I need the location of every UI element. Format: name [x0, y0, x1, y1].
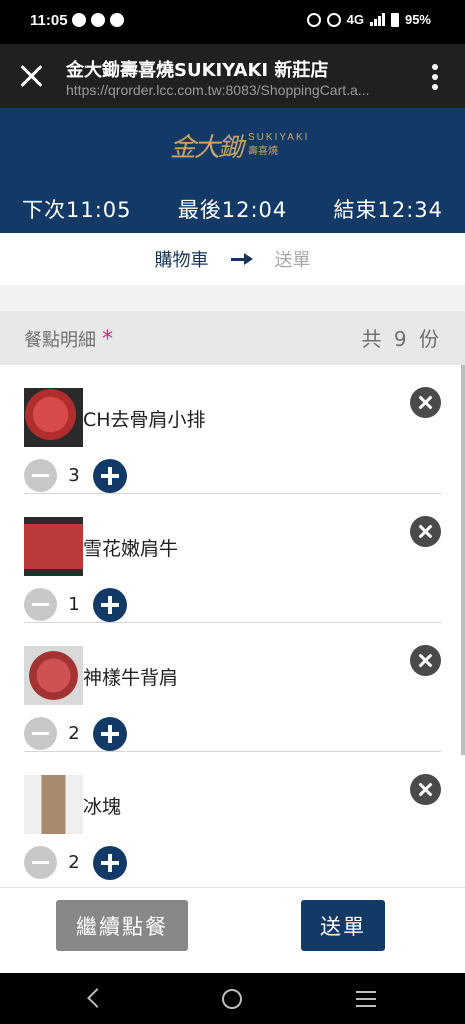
next-time: 下次11:05 [22, 198, 132, 222]
step-submit: 送單 [274, 250, 311, 271]
home-icon[interactable] [222, 989, 242, 1009]
remove-item-icon[interactable] [410, 516, 441, 547]
item-name: 神樣牛背肩 [83, 667, 179, 689]
logo-mark: 金大鋤 [170, 132, 244, 163]
cart-item: CH去骨肩小排 3 [24, 365, 441, 494]
time-info: 下次11:05 最後12:04 結束12:34 [0, 194, 465, 224]
logo-english: SUKIYAKI [248, 132, 310, 143]
cart-item: 神樣牛背肩 2 [24, 623, 441, 752]
status-bar: 11:05 4G 95% [0, 0, 465, 44]
increase-quantity-button[interactable] [93, 717, 127, 751]
last-order-time: 最後12:04 [177, 198, 288, 222]
browser-toolbar: 金大鋤壽喜燒SUKIYAKI 新莊店 https://qrorder.lcc.c… [0, 44, 465, 108]
quantity-stepper: 2 [24, 717, 144, 751]
increase-quantity-button[interactable] [93, 846, 127, 880]
battery-icon [390, 12, 399, 27]
item-photo [24, 646, 83, 705]
quantity-stepper: 2 [24, 846, 144, 880]
divider [0, 285, 465, 311]
mute-icon [326, 12, 341, 27]
item-photo [24, 388, 83, 447]
decrease-quantity-button[interactable] [24, 846, 57, 879]
item-quantity: 2 [68, 723, 80, 744]
cart-item: 冰塊 2 [24, 752, 441, 881]
arrow-right-icon [230, 252, 253, 266]
item-quantity: 3 [68, 465, 80, 486]
total-number: 9 [393, 327, 407, 351]
message-icon [91, 13, 105, 27]
item-name: 雪花嫩肩牛 [83, 538, 179, 560]
decrease-quantity-button[interactable] [24, 459, 57, 492]
cart-item-list[interactable]: CH去骨肩小排 3 雪花嫩肩牛 1 神樣牛背肩 2 冰塊 2 [0, 365, 465, 887]
checkout-steps: 購物車 送單 [0, 233, 465, 285]
item-quantity: 1 [68, 594, 80, 615]
item-name: CH去骨肩小排 [83, 409, 206, 431]
alarm-icon [306, 12, 321, 27]
increase-quantity-button[interactable] [93, 459, 127, 493]
remove-item-icon[interactable] [410, 387, 441, 418]
continue-ordering-button[interactable]: 繼續點餐 [56, 900, 188, 951]
remove-item-icon[interactable] [410, 774, 441, 805]
chat-icon [72, 13, 86, 27]
step-cart: 購物車 [154, 250, 209, 271]
quantity-stepper: 3 [24, 459, 144, 493]
total-count: 共 9 份 [361, 327, 439, 351]
restaurant-header: 金大鋤 SUKIYAKI 壽喜燒 下次11:05 最後12:04 結束12:34 [0, 108, 465, 233]
restaurant-logo: 金大鋤 SUKIYAKI 壽喜燒 [170, 122, 309, 168]
submit-order-button[interactable]: 送單 [301, 900, 385, 951]
increase-quantity-button[interactable] [93, 588, 127, 622]
facebook-icon [110, 13, 124, 27]
end-time: 結束12:34 [333, 198, 443, 222]
item-name: 冰塊 [83, 796, 122, 818]
remove-item-icon[interactable] [410, 645, 441, 676]
network-type: 4G [346, 12, 364, 27]
status-time: 11:05 [30, 12, 68, 29]
scrollbar[interactable] [461, 365, 465, 755]
page-title: 金大鋤壽喜燒SUKIYAKI 新莊店 [66, 60, 329, 81]
item-photo [24, 775, 83, 834]
close-icon[interactable] [18, 62, 46, 90]
back-icon[interactable] [87, 988, 107, 1008]
section-title: 餐點明細 [24, 330, 96, 351]
action-bar: 繼續點餐 送單 [0, 887, 465, 973]
decrease-quantity-button[interactable] [24, 588, 57, 621]
notification-icons [72, 13, 124, 27]
item-photo [24, 517, 83, 576]
required-asterisk: * [102, 327, 113, 352]
battery-level: 95% [404, 12, 431, 27]
quantity-stepper: 1 [24, 588, 144, 622]
signal-icon [369, 13, 385, 26]
decrease-quantity-button[interactable] [24, 717, 57, 750]
system-status: 4G 95% [306, 12, 431, 27]
logo-chinese: 壽喜燒 [248, 146, 279, 157]
more-options-icon[interactable] [431, 64, 439, 90]
system-navigation-bar [0, 973, 465, 1024]
cart-item: 雪花嫩肩牛 1 [24, 494, 441, 623]
item-quantity: 2 [68, 852, 80, 873]
recent-apps-icon[interactable] [356, 991, 376, 1007]
page-url[interactable]: https://qrorder.lcc.com.tw:8083/Shopping… [66, 82, 406, 98]
order-details-header: 餐點明細 * 共 9 份 [0, 311, 465, 365]
